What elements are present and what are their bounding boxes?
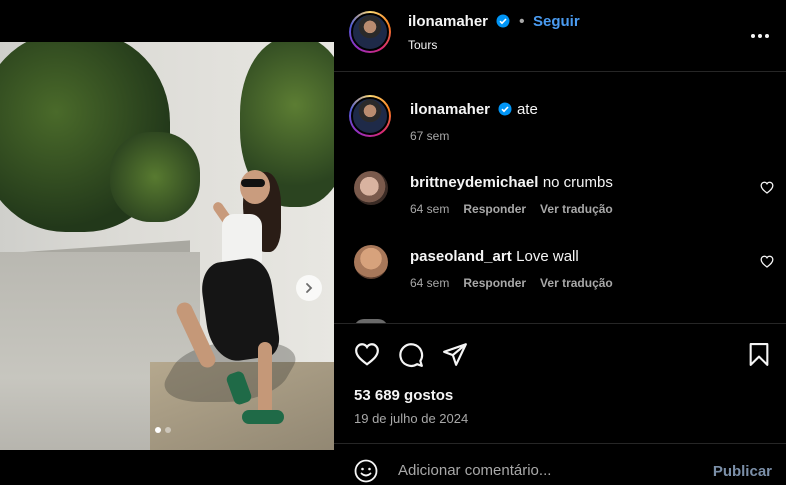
more-options-button[interactable] [750,26,770,44]
caption-avatar[interactable] [349,95,391,137]
emoji-button[interactable] [354,459,378,485]
post-panel: ilonamaher • Seguir Tours ilonamaher ate… [334,0,786,485]
share-icon [443,343,467,366]
publish-button[interactable]: Publicar [713,463,772,480]
comment-text: Love wall [516,248,579,265]
post-actions: 53 689 gostos 19 de julho de 2024 [334,323,786,443]
comment-text: no crumbs [542,174,613,191]
bookmark-icon [749,343,769,366]
verified-badge-icon [498,102,512,121]
comment-username[interactable]: paseoland_art [410,248,512,265]
sunglasses [241,179,265,187]
author-line: ilonamaher • Seguir [408,13,580,33]
chevron-right-icon [306,283,313,293]
heart-icon [355,343,379,366]
reply-button[interactable]: Responder [463,276,526,290]
save-button[interactable] [748,342,770,372]
green-sneaker [242,410,284,424]
comments-list[interactable]: ilonamaher ate 67 sem brittneydemichael … [334,73,786,323]
slide-dot[interactable] [155,427,161,433]
reply-button[interactable]: Responder [463,202,526,216]
like-button[interactable] [354,342,380,371]
more-icon [751,34,769,38]
commenter-avatar[interactable] [354,171,388,205]
comment-input[interactable] [398,458,698,482]
comment-time[interactable]: 64 sem [410,202,449,216]
heart-icon [760,181,774,194]
share-button[interactable] [442,342,468,371]
post-header: ilonamaher • Seguir Tours [334,0,786,72]
verified-badge-icon [496,14,510,33]
author-avatar[interactable] [349,11,391,53]
next-slide-button[interactable] [296,275,322,301]
post-location[interactable]: Tours [408,38,437,52]
like-comment-button[interactable] [760,255,774,273]
comment-icon [399,343,424,367]
slide-indicator [155,427,171,433]
commenter-avatar[interactable] [354,245,388,279]
comment-composer: Publicar [334,443,786,485]
emoji-icon [354,459,378,483]
follow-button[interactable]: Seguir [533,13,580,30]
author-username[interactable]: ilonamaher [408,13,488,30]
post-photo[interactable] [0,42,334,450]
caption-text: ate [516,101,538,118]
like-count[interactable]: 53 689 gostos [354,387,453,404]
caption-time[interactable]: 67 sem [410,129,449,143]
comment-time[interactable]: 64 sem [410,276,449,290]
ivy-foliage [110,132,200,222]
post-date: 19 de julho de 2024 [354,411,469,426]
like-comment-button[interactable] [760,181,774,199]
figure-head [240,170,270,204]
separator: • [518,13,525,30]
slide-dot[interactable] [165,427,171,433]
translate-button[interactable]: Ver tradução [540,202,613,216]
heart-icon [760,255,774,268]
translate-button[interactable]: Ver tradução [540,276,613,290]
caption-username[interactable]: ilonamaher [410,101,490,118]
comment-username[interactable]: brittneydemichael [410,174,538,191]
media-pane [0,0,334,485]
comment-button[interactable] [398,342,424,373]
